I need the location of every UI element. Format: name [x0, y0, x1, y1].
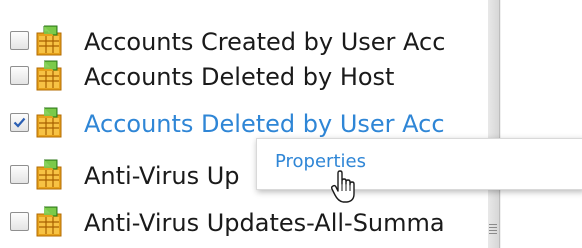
- list-item-label: Anti-Virus Up: [84, 162, 240, 190]
- grip-icon: [489, 224, 497, 234]
- checkbox[interactable]: [10, 31, 29, 50]
- hand-pointer-icon: [330, 170, 355, 203]
- list-item-label: Accounts Created by User Acc: [84, 28, 446, 56]
- report-table-icon: [36, 107, 62, 138]
- checkbox[interactable]: [10, 212, 29, 231]
- list-item[interactable]: Accounts Created by User Acc: [0, 22, 488, 62]
- checkbox[interactable]: [10, 113, 29, 132]
- list-item[interactable]: Anti-Virus Updates-All-Summa: [0, 203, 488, 243]
- scrollbar-thumb[interactable]: [488, 0, 500, 248]
- report-table-icon: [36, 60, 62, 91]
- report-table-icon: [36, 25, 62, 56]
- checkbox[interactable]: [10, 66, 29, 85]
- report-list: Accounts Created by User Acc Accounts De…: [0, 0, 488, 248]
- list-item-label: Anti-Virus Updates-All-Summa: [84, 209, 445, 237]
- context-menu: Properties: [256, 138, 582, 190]
- report-table-icon: [36, 159, 62, 190]
- list-item[interactable]: Accounts Deleted by Host: [0, 57, 488, 97]
- report-table-icon: [36, 206, 62, 237]
- list-item-label: Accounts Deleted by Host: [84, 63, 395, 91]
- vertical-scrollbar[interactable]: [488, 0, 582, 248]
- checkbox[interactable]: [10, 165, 29, 184]
- checkmark-icon: [13, 117, 26, 128]
